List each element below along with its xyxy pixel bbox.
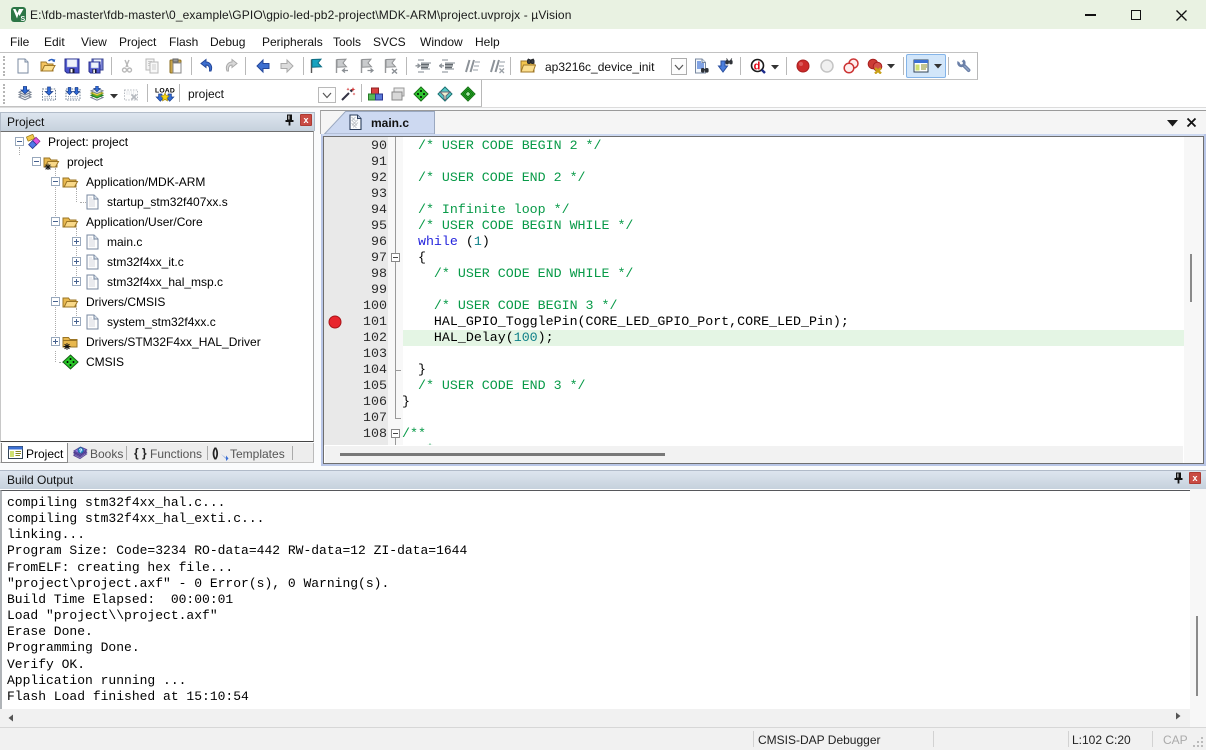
svg-text:d: d	[754, 61, 761, 73]
svg-text:S: S	[20, 16, 25, 22]
